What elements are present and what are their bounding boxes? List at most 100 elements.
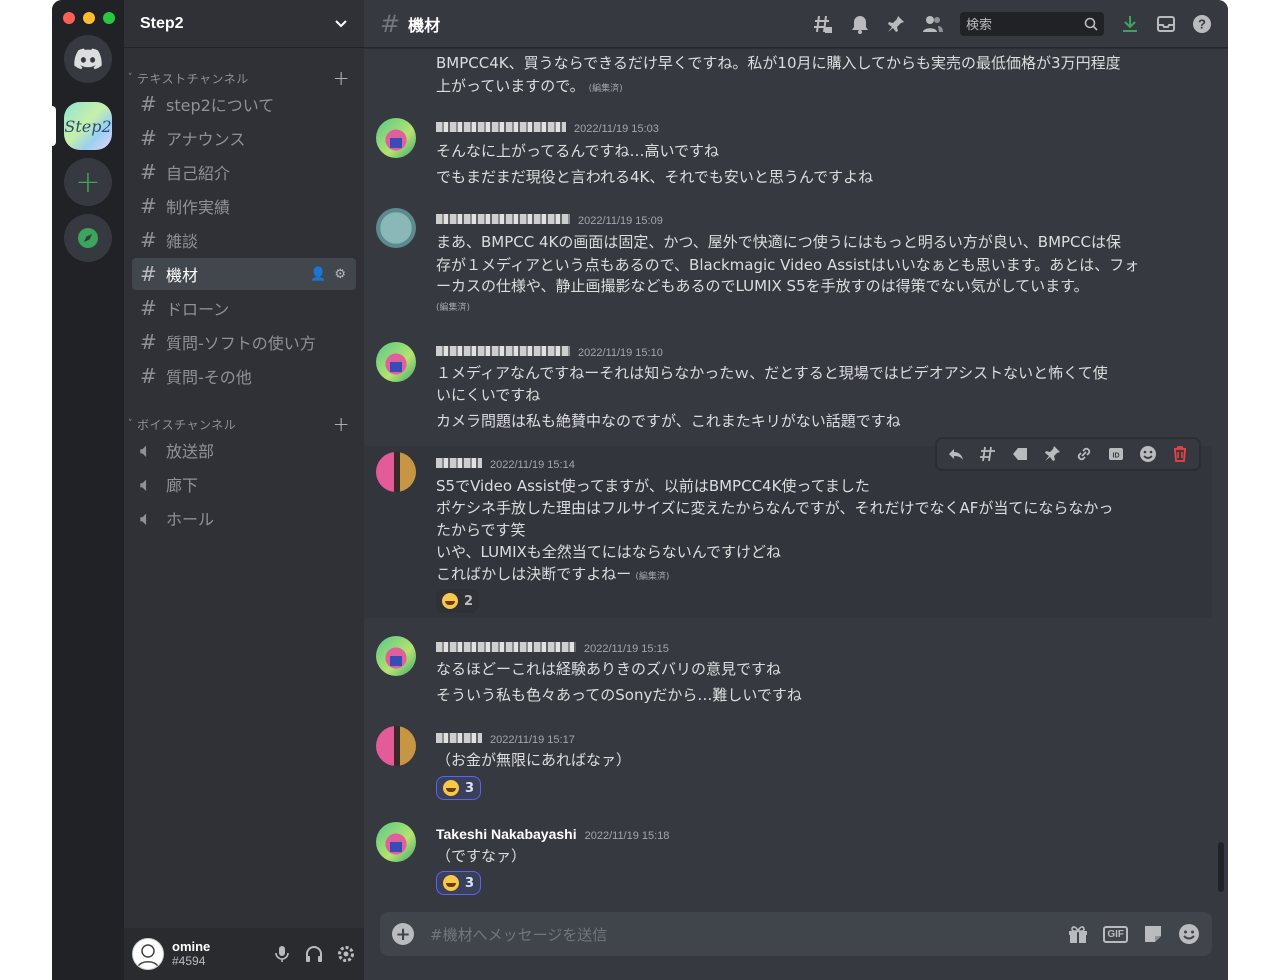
reaction-count: 3 xyxy=(465,875,475,891)
channel-q-other[interactable]: # 質問-その他 xyxy=(132,360,356,392)
avatar[interactable] xyxy=(376,636,416,676)
category-text-channels[interactable]: ˅ テキストチャンネル + xyxy=(128,66,360,90)
search-icon xyxy=(1084,17,1098,31)
voice-channel-hall[interactable]: 🔈︎ ホール xyxy=(132,502,356,534)
message-text: いや、LUMIXも全然当てにはならないんですけどね xyxy=(436,543,782,561)
mark-unread-icon[interactable] xyxy=(1011,445,1029,463)
home-button[interactable] xyxy=(64,35,112,83)
user-tag: #4594 xyxy=(172,953,206,968)
bell-icon[interactable] xyxy=(850,14,870,34)
username-redacted[interactable] xyxy=(436,642,576,652)
user-avatar-image xyxy=(137,944,159,968)
username[interactable]: Takeshi Nakabayashi xyxy=(436,826,577,842)
headphones-icon[interactable] xyxy=(304,944,324,964)
search-input[interactable]: 検索 xyxy=(960,11,1104,36)
inbox-icon[interactable] xyxy=(1156,14,1176,34)
scrollbar-thumb[interactable] xyxy=(1218,842,1224,892)
download-icon[interactable] xyxy=(1120,14,1140,34)
channel-label: 廊下 xyxy=(166,476,199,495)
create-channel-icon[interactable]: + xyxy=(333,66,350,90)
channel-label: 制作実績 xyxy=(166,198,231,217)
timestamp: 2022/11/19 15:15 xyxy=(584,643,669,655)
copy-link-icon[interactable] xyxy=(1075,445,1093,463)
minimize-window-button[interactable] xyxy=(83,12,95,24)
reaction-button[interactable]: 2 xyxy=(436,589,480,613)
gear-icon[interactable]: ⚙ xyxy=(334,267,346,282)
copy-id-icon[interactable]: ID xyxy=(1107,445,1125,463)
channel-title: 機材 xyxy=(408,15,441,35)
help-icon[interactable]: ? xyxy=(1192,14,1212,34)
reaction-button[interactable]: 3 xyxy=(436,776,482,800)
channel-works[interactable]: # 制作実績 xyxy=(132,190,356,222)
reply-icon[interactable] xyxy=(947,445,965,463)
create-thread-icon[interactable] xyxy=(979,445,997,463)
text-channel-icon: # xyxy=(140,364,157,388)
username-redacted[interactable] xyxy=(436,733,482,743)
add-server-button[interactable]: + xyxy=(64,158,112,206)
username-redacted[interactable] xyxy=(436,122,566,132)
channel-label: 放送部 xyxy=(166,442,215,461)
avatar[interactable] xyxy=(376,118,416,158)
close-window-button[interactable] xyxy=(63,12,75,24)
add-reaction-icon[interactable] xyxy=(1139,445,1157,463)
discord-logo-icon xyxy=(74,48,102,70)
channel-step2[interactable]: # step2について xyxy=(132,88,356,120)
edited-marker: (編集済) xyxy=(635,572,670,582)
timestamp: 2022/11/19 15:18 xyxy=(584,830,670,842)
category-label: テキストチャンネル xyxy=(137,71,249,86)
message-composer[interactable]: + #機材へメッセージを送信 GIF xyxy=(380,912,1212,956)
avatar[interactable] xyxy=(376,342,416,382)
server-header[interactable]: Step2 xyxy=(124,0,364,48)
message: 2022/11/19 15:15 なるほどーこれは経験ありきのズバリの意見ですね… xyxy=(364,628,1212,704)
username-redacted[interactable] xyxy=(436,346,570,356)
avatar[interactable] xyxy=(376,452,416,492)
gear-icon[interactable] xyxy=(336,944,356,964)
avatar[interactable] xyxy=(376,726,416,766)
laughing-emoji-icon xyxy=(443,875,459,891)
avatar[interactable] xyxy=(376,208,416,248)
delete-icon[interactable] xyxy=(1171,445,1189,463)
chevron-icon: ˅ xyxy=(128,419,133,429)
username: omine xyxy=(172,938,211,954)
username-redacted[interactable] xyxy=(436,214,570,224)
create-channel-icon[interactable]: + xyxy=(333,412,350,436)
emoji-icon[interactable] xyxy=(1178,923,1200,945)
username-redacted[interactable] xyxy=(436,458,482,468)
pin-icon[interactable] xyxy=(886,14,906,34)
zoom-window-button[interactable] xyxy=(103,12,115,24)
members-icon[interactable] xyxy=(922,14,944,34)
discord-window: Step2 + Step2 ˅ テキストチャンネル + # step2について # ア… xyxy=(52,0,1228,980)
channel-chat[interactable]: # 雑談 xyxy=(132,224,356,256)
gif-button[interactable]: GIF xyxy=(1103,925,1128,943)
channel-q-software[interactable]: # 質問-ソフトの使い方 xyxy=(132,326,356,358)
voice-channel-hallway[interactable]: 🔈︎ 廊下 xyxy=(132,468,356,500)
message-text: まあ、BMPCC 4Kの画面は固定、かつ、屋外で快適につ使うにはもっと明るい方が… xyxy=(436,233,1122,251)
threads-icon[interactable] xyxy=(812,13,834,35)
voice-channel-broadcast[interactable]: 🔈︎ 放送部 xyxy=(132,434,356,466)
invite-icon[interactable]: 👤 xyxy=(310,267,326,282)
category-label: ボイスチャンネル xyxy=(137,417,237,432)
message: BMPCC4K、買うならできるだけ早くですね。私が10月に購入してからも実売の最… xyxy=(364,48,1212,104)
sticker-icon[interactable] xyxy=(1142,923,1164,945)
channel-drone[interactable]: # ドローン xyxy=(132,292,356,324)
microphone-icon[interactable] xyxy=(272,944,292,964)
server-step2-icon[interactable]: Step2 xyxy=(64,102,112,150)
avatar[interactable] xyxy=(376,822,416,862)
channel-label: ドローン xyxy=(166,300,230,319)
pin-icon[interactable] xyxy=(1043,445,1061,463)
explore-servers-button[interactable] xyxy=(64,214,112,262)
avatar[interactable] xyxy=(132,938,164,970)
category-voice-channels[interactable]: ˅ ボイスチャンネル + xyxy=(128,412,360,436)
upload-plus-button[interactable]: + xyxy=(392,923,414,945)
channel-announce[interactable]: # アナウンス xyxy=(132,122,356,154)
laughing-emoji-icon xyxy=(443,780,459,796)
reaction-button[interactable]: 3 xyxy=(436,871,482,895)
message-input-placeholder[interactable]: #機材へメッセージを送信 xyxy=(430,924,607,945)
reaction-count: 3 xyxy=(465,780,475,796)
channel-equipment[interactable]: # 機材 👤 ⚙ xyxy=(132,258,356,290)
laughing-emoji-icon xyxy=(442,593,458,609)
gift-icon[interactable] xyxy=(1067,923,1089,945)
channel-label: 機材 xyxy=(166,266,199,285)
channel-intro[interactable]: # 自己紹介 xyxy=(132,156,356,188)
message-text: こればかしは決断ですよねー (編集済) xyxy=(436,563,669,588)
